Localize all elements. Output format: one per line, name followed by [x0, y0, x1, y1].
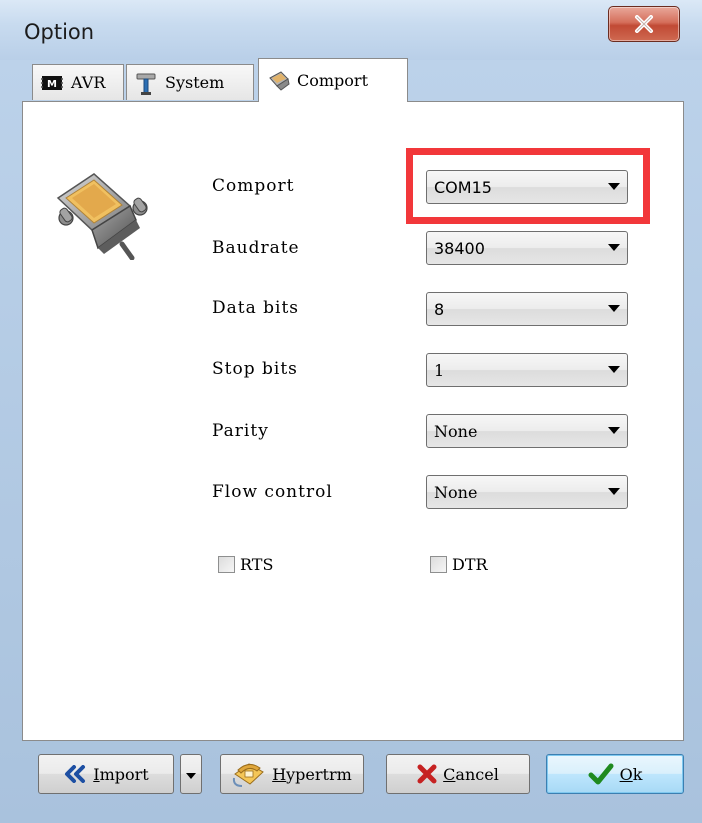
- dtr-checkbox[interactable]: DTR: [430, 555, 488, 574]
- data-bits-value: 8: [434, 299, 445, 319]
- close-button[interactable]: [608, 6, 680, 42]
- ok-label: Ok: [620, 765, 643, 784]
- tab-bar: M AVR System Comport: [22, 58, 682, 102]
- svg-text:M: M: [47, 79, 57, 90]
- tab-avr[interactable]: M AVR: [32, 64, 124, 100]
- stop-bits-value: 1: [434, 360, 445, 380]
- ok-accel: O: [619, 764, 633, 784]
- chevron-down-icon: [601, 293, 627, 325]
- cancel-accel: C: [443, 764, 456, 784]
- chevron-down-icon: [601, 476, 627, 508]
- baudrate-label: Baudrate: [212, 238, 300, 258]
- stop-bits-select[interactable]: 1: [426, 353, 628, 387]
- tab-avr-label: AVR: [71, 73, 106, 92]
- rts-checkbox[interactable]: RTS: [218, 555, 273, 574]
- tab-system-label: System: [165, 73, 225, 92]
- telephone-icon: [232, 760, 266, 788]
- chevron-down-icon: [601, 232, 627, 264]
- hypertrm-label: Hypertrm: [272, 765, 352, 784]
- chevron-down-icon: [601, 354, 627, 386]
- option-dialog: Option M AVR System Comport Comport Baud…: [0, 0, 702, 823]
- dtr-label: DTR: [452, 555, 488, 574]
- rts-label: RTS: [240, 555, 274, 574]
- baudrate-select[interactable]: 38400: [426, 231, 628, 265]
- cross-icon: [417, 764, 437, 784]
- parity-label: Parity: [212, 421, 269, 441]
- data-bits-select[interactable]: 8: [426, 292, 628, 326]
- tools-icon: [135, 72, 157, 95]
- serial-port-icon: [56, 173, 148, 260]
- data-bits-label: Data bits: [212, 298, 300, 318]
- serial-connector-icon: [267, 70, 290, 92]
- import-rest: mport: [99, 764, 149, 784]
- tab-system[interactable]: System: [126, 64, 254, 100]
- parity-select[interactable]: None: [426, 414, 628, 448]
- ok-button[interactable]: Ok: [546, 754, 684, 794]
- flow-control-label: Flow control: [212, 482, 333, 502]
- highlight-box: [406, 148, 650, 224]
- parity-value: None: [434, 421, 478, 441]
- window-title: Option: [24, 20, 95, 44]
- cancel-label: Cancel: [443, 765, 499, 784]
- tab-comport-label: Comport: [297, 71, 368, 90]
- dtr-checkbox-box[interactable]: [430, 556, 447, 573]
- import-button[interactable]: Import: [38, 754, 174, 794]
- hypertrm-rest: ypertrm: [286, 764, 352, 784]
- checkmark-icon: [588, 763, 614, 785]
- flow-control-select[interactable]: None: [426, 475, 628, 509]
- double-chevron-left-icon: [63, 765, 87, 783]
- stop-bits-label: Stop bits: [212, 359, 298, 379]
- chevron-down-icon: [601, 415, 627, 447]
- rts-checkbox-box[interactable]: [218, 556, 235, 573]
- import-dropdown-button[interactable]: [180, 754, 202, 794]
- tab-comport[interactable]: Comport: [258, 58, 408, 102]
- baudrate-value: 38400: [434, 238, 485, 258]
- flow-control-value: None: [434, 482, 478, 502]
- close-icon: [635, 15, 653, 33]
- comport-label: Comport: [212, 176, 295, 196]
- ok-rest: k: [632, 764, 643, 784]
- hypertrm-button[interactable]: Hypertrm: [220, 754, 364, 794]
- hypertrm-accel: H: [272, 764, 287, 784]
- chevron-down-icon: [186, 765, 196, 784]
- chip-icon: M: [41, 72, 63, 94]
- cancel-button[interactable]: Cancel: [386, 754, 530, 794]
- title-bar[interactable]: Option: [0, 0, 702, 60]
- import-label: Import: [93, 765, 148, 784]
- cancel-rest: ancel: [455, 764, 499, 784]
